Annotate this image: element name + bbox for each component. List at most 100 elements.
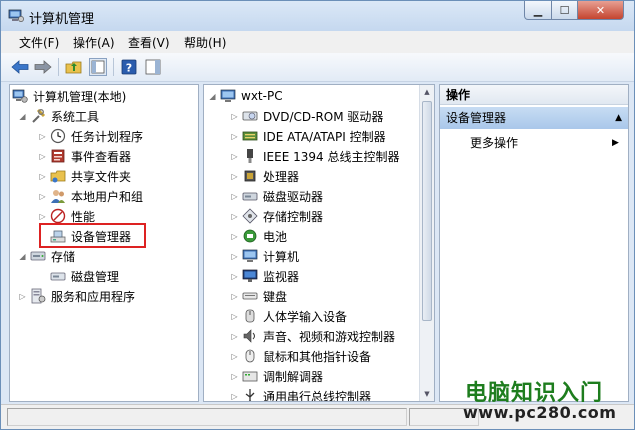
tree-item-services[interactable]: ▷ 服务和应用程序 [18, 286, 135, 306]
device-category-item[interactable]: ▷ 监视器 [230, 266, 299, 286]
device-list-pane: ◢ wxt-PC ▷ DVD/CD-ROM 驱动器 ▷ IDE ATA/ATAPI 控… [203, 84, 435, 402]
menu-file[interactable]: 文件(F) [19, 34, 59, 51]
tree-label-performance: 性能 [71, 209, 96, 224]
expand-arrow-icon[interactable]: ▷ [230, 392, 239, 401]
expand-arrow-icon[interactable]: ▷ [230, 172, 239, 181]
tree-item-shared-folders[interactable]: ▷ 共享文件夹 [38, 166, 131, 186]
device-category-item[interactable]: ▷ IEEE 1394 总线主控制器 [230, 146, 399, 166]
submenu-arrow-icon[interactable]: ▶ [612, 138, 619, 148]
show-hide-tree-icon[interactable] [89, 58, 107, 76]
clock-icon [50, 128, 66, 144]
device-category-item[interactable]: ▷ DVD/CD-ROM 驱动器 [230, 106, 383, 126]
device-category-label: 计算机 [263, 249, 300, 264]
collapse-arrow-icon[interactable]: ◢ [18, 112, 27, 121]
tree-label-root: 计算机管理(本地) [33, 89, 127, 104]
device-category-item[interactable]: ▷ 通用串行总线控制器 [230, 386, 372, 402]
computer-management-icon [12, 89, 28, 103]
back-arrow-icon[interactable] [11, 58, 29, 76]
shared-folder-icon [50, 170, 66, 183]
up-folder-icon[interactable] [65, 58, 83, 76]
menu-help[interactable]: 帮助(H) [184, 34, 226, 51]
expand-arrow-icon[interactable]: ▷ [38, 172, 47, 181]
tree-item-storage[interactable]: ◢ 存储 [18, 246, 75, 266]
close-button[interactable]: ✕ [577, 1, 624, 20]
device-category-label: IDE ATA/ATAPI 控制器 [263, 129, 386, 144]
forward-arrow-icon[interactable] [34, 58, 52, 76]
device-category-label: 电池 [263, 229, 288, 244]
device-category-item[interactable]: ▷ 调制解调器 [230, 366, 323, 386]
disk-management-icon [50, 272, 66, 281]
computer-management-window: 计算机管理 ▁ ☐ ✕ 文件(F) 操作(A) 查看(V) 帮助(H) ? 计算… [0, 0, 635, 430]
expand-arrow-icon[interactable]: ▷ [230, 132, 239, 141]
expand-arrow-icon[interactable]: ▷ [230, 232, 239, 241]
collapse-arrow-icon[interactable]: ◢ [18, 252, 27, 261]
expand-arrow-icon[interactable]: ▷ [38, 212, 47, 221]
device-category-label: IEEE 1394 总线主控制器 [263, 149, 400, 164]
menu-view[interactable]: 查看(V) [128, 34, 170, 51]
collapse-arrow-icon[interactable]: ◢ [208, 92, 217, 101]
expand-arrow-icon[interactable]: ▷ [18, 292, 27, 301]
expand-arrow-icon[interactable]: ▷ [230, 372, 239, 381]
tree-item-root[interactable]: 计算机管理(本地) [12, 86, 126, 106]
expand-arrow-icon[interactable]: ▷ [230, 112, 239, 121]
title-bar[interactable]: 计算机管理 ▁ ☐ ✕ [1, 1, 634, 31]
monitor-icon [242, 269, 258, 282]
tree-label-shared-folders: 共享文件夹 [71, 169, 132, 184]
expand-arrow-icon[interactable]: ▷ [230, 212, 239, 221]
expand-arrow-icon[interactable]: ▷ [38, 132, 47, 141]
expand-arrow-icon[interactable]: ▷ [230, 152, 239, 161]
device-root[interactable]: ◢ wxt-PC [208, 86, 282, 106]
processor-icon [244, 170, 256, 182]
vertical-scrollbar[interactable]: ▲ ▼ [419, 85, 434, 401]
battery-icon [243, 229, 257, 243]
collapse-up-icon[interactable]: ▲ [615, 107, 622, 129]
ide-controller-icon [242, 131, 258, 141]
hid-icon [245, 309, 255, 323]
ieee1394-icon [247, 149, 253, 163]
expand-arrow-icon[interactable]: ▷ [230, 252, 239, 261]
device-category-item[interactable]: ▷ 鼠标和其他指针设备 [230, 346, 371, 366]
device-category-item[interactable]: ▷ 计算机 [230, 246, 299, 266]
scroll-down-arrow-icon[interactable]: ▼ [420, 387, 434, 401]
device-category-item[interactable]: ▷ 人体学输入设备 [230, 306, 347, 326]
maximize-button[interactable]: ☐ [551, 1, 578, 20]
device-category-item[interactable]: ▷ IDE ATA/ATAPI 控制器 [230, 126, 386, 146]
tree-item-task-scheduler[interactable]: ▷ 任务计划程序 [38, 126, 143, 146]
status-cell-main [7, 408, 407, 426]
expand-arrow-icon[interactable]: ▷ [38, 192, 47, 201]
storage-controller-icon [242, 208, 258, 224]
device-category-item[interactable]: ▷ 处理器 [230, 166, 299, 186]
minimize-button[interactable]: ▁ [524, 1, 552, 20]
tree-item-local-users[interactable]: ▷ 本地用户和组 [38, 186, 143, 206]
tree-item-event-viewer[interactable]: ▷ 事件查看器 [38, 146, 131, 166]
device-category-item[interactable]: ▷ 电池 [230, 226, 287, 246]
device-category-label: 人体学输入设备 [263, 309, 348, 324]
help-icon[interactable]: ? [120, 58, 138, 76]
expand-arrow-icon[interactable]: ▷ [230, 292, 239, 301]
show-hide-action-pane-icon[interactable] [144, 58, 162, 76]
expand-arrow-icon[interactable]: ▷ [230, 272, 239, 281]
expand-arrow-icon[interactable]: ▷ [38, 152, 47, 161]
device-category-item[interactable]: ▷ 声音、视频和游戏控制器 [230, 326, 395, 346]
sound-icon [243, 329, 255, 343]
tree-item-disk-management[interactable]: 磁盘管理 [50, 266, 119, 286]
actions-device-manager[interactable]: 设备管理器 ▲ [440, 107, 628, 129]
expand-arrow-icon[interactable]: ▷ [230, 312, 239, 321]
scrollbar-thumb[interactable] [422, 101, 432, 321]
disk-drive-icon [242, 192, 258, 201]
device-category-item[interactable]: ▷ 键盘 [230, 286, 287, 306]
expand-arrow-icon[interactable]: ▷ [230, 332, 239, 341]
scroll-up-arrow-icon[interactable]: ▲ [420, 85, 434, 99]
more-actions-item[interactable]: 更多操作 [470, 133, 518, 153]
device-category-label: 处理器 [263, 169, 300, 184]
device-category-label: 通用串行总线控制器 [263, 389, 372, 402]
device-category-item[interactable]: ▷ 磁盘驱动器 [230, 186, 323, 206]
expand-arrow-icon[interactable]: ▷ [230, 192, 239, 201]
expand-arrow-icon[interactable]: ▷ [230, 352, 239, 361]
menu-action[interactable]: 操作(A) [73, 34, 115, 51]
tree-label-local-users: 本地用户和组 [71, 189, 144, 204]
window-title: 计算机管理 [29, 12, 95, 27]
usb-icon [245, 389, 255, 401]
tree-item-system-tools[interactable]: ◢ 系统工具 [18, 106, 99, 126]
device-category-item[interactable]: ▷ 存储控制器 [230, 206, 323, 226]
